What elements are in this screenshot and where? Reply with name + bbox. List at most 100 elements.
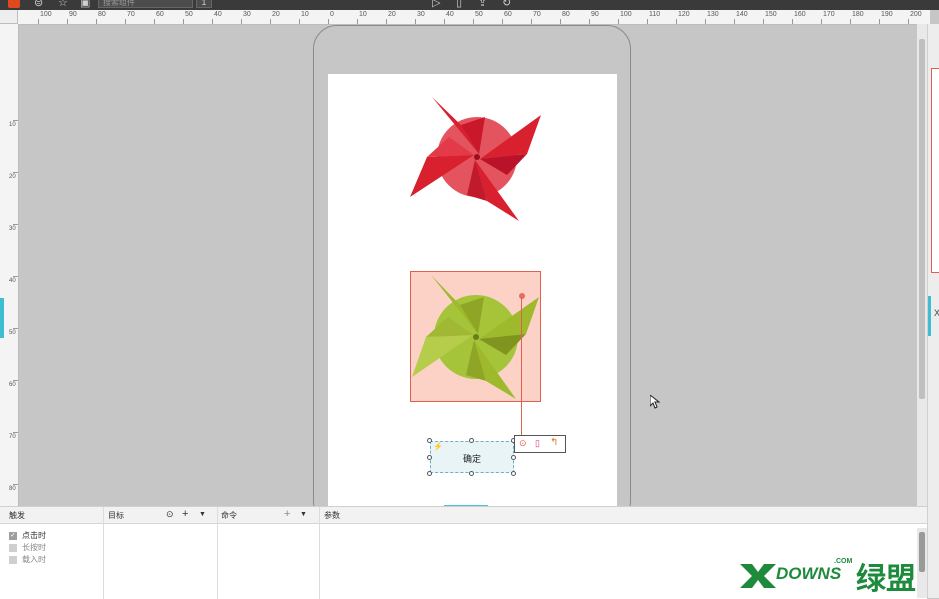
ruler-tick: [328, 19, 329, 24]
page-number-field[interactable]: 1: [196, 0, 212, 8]
confirm-button-label: 确定: [462, 454, 481, 464]
ruler-label: 20: [272, 11, 280, 18]
trigger-item-longpress[interactable]: 长按时: [9, 542, 46, 553]
ruler-tick: [125, 19, 126, 24]
ruler-tick: [38, 19, 39, 24]
ruler-tick: [589, 19, 590, 24]
upload-icon[interactable]: ⇪: [478, 0, 487, 9]
chevron-down-icon[interactable]: ▼: [300, 511, 307, 518]
checkbox[interactable]: [9, 555, 17, 564]
ruler-label: 50: [475, 11, 483, 18]
trigger-item-click[interactable]: ✓ 点击时: [9, 530, 46, 541]
ruler-tick: [531, 19, 532, 24]
ruler-tick: [676, 19, 677, 24]
phone-icon[interactable]: ▯: [456, 0, 462, 9]
ruler-label: 90: [69, 11, 77, 18]
ruler-tick: [386, 19, 387, 24]
ruler-label: 80: [98, 11, 106, 18]
ruler-tick: [850, 19, 851, 24]
trigger-item-load[interactable]: 载入时: [9, 554, 46, 565]
add-target-icon[interactable]: +: [182, 508, 188, 520]
ruler-tick: [792, 19, 793, 24]
ruler-label: 30: [9, 226, 16, 232]
green-pinwheel-image[interactable]: [410, 271, 542, 403]
canvas-vertical-scrollbar[interactable]: [917, 24, 927, 506]
component-search-input[interactable]: 搜索组件: [98, 0, 193, 8]
design-canvas[interactable]: 确定 ⚡ ⊙ ▯ ↰: [19, 25, 917, 506]
command-header: 命令: [221, 511, 237, 520]
play-icon[interactable]: ▷: [432, 0, 440, 9]
image-icon[interactable]: ▣: [80, 0, 90, 9]
ruler-tick: [473, 19, 474, 24]
ruler-tick: [879, 19, 880, 24]
panel-splitter[interactable]: [928, 296, 931, 336]
ruler-label: 60: [156, 11, 164, 18]
ruler-tick: [13, 172, 18, 173]
mouse-cursor-icon: [650, 395, 660, 409]
chevron-down-icon[interactable]: ▼: [199, 511, 206, 518]
star-icon[interactable]: ☆: [58, 0, 68, 9]
trigger-label: 长按时: [22, 543, 46, 552]
ruler-label: 40: [214, 11, 222, 18]
ruler-label: 60: [504, 11, 512, 18]
ruler-tick: [618, 19, 619, 24]
ruler-label: 100: [40, 11, 52, 18]
ruler-tick: [270, 19, 271, 24]
ruler-label: 150: [765, 11, 777, 18]
check-icon[interactable]: ✓: [9, 531, 17, 540]
watermark-chinese: 绿盟: [856, 563, 916, 596]
ruler-tick: [299, 19, 300, 24]
left-splitter[interactable]: [0, 298, 4, 338]
ruler-label: 130: [707, 11, 719, 18]
scrollbar-thumb[interactable]: [919, 39, 925, 399]
ruler-label: 80: [562, 11, 570, 18]
ruler-label: 10: [9, 122, 16, 128]
home-icon[interactable]: ⊜: [34, 0, 43, 9]
ruler-label: 170: [823, 11, 835, 18]
ruler-tick: [502, 19, 503, 24]
refresh-icon[interactable]: ↻: [502, 0, 511, 9]
resize-handle[interactable]: [511, 455, 516, 460]
link-anchor-dot[interactable]: [519, 293, 525, 299]
ruler-label: 70: [9, 434, 16, 440]
lightning-icon: ⚡: [433, 442, 443, 451]
checkbox[interactable]: [9, 543, 17, 552]
return-icon[interactable]: ↰: [550, 437, 558, 448]
trigger-label: 载入时: [22, 555, 46, 564]
ruler-label: 200: [910, 11, 922, 18]
ruler-tick: [13, 328, 18, 329]
link-line: [521, 297, 522, 437]
top-toolbar: ⊜ ☆ ▣ 搜索组件 1 ▷ ▯ ⇪ ↻: [0, 0, 939, 10]
ruler-tick: [183, 19, 184, 24]
resize-handle[interactable]: [469, 438, 474, 443]
watermark-suffix: .COM: [834, 558, 853, 565]
ruler-label: 110: [649, 11, 661, 18]
page-icon[interactable]: ▯: [535, 438, 540, 449]
horizontal-ruler: 100 90 80 70 60 50 40 30 20 10 0 10 20 30 40 50 60 70 80 90…: [18, 10, 930, 25]
resize-handle[interactable]: [469, 471, 474, 476]
add-command-icon[interactable]: +: [284, 508, 290, 520]
target-icon[interactable]: ⊙: [519, 438, 527, 449]
resize-handle[interactable]: [427, 471, 432, 476]
confirm-button-component[interactable]: 确定 ⚡: [430, 441, 514, 473]
right-properties-panel: X: [927, 24, 939, 598]
ruler-corner: [0, 10, 18, 24]
panel-letter: X: [934, 308, 939, 318]
resize-handle[interactable]: [427, 455, 432, 460]
ruler-tick: [821, 19, 822, 24]
ruler-tick: [705, 19, 706, 24]
red-pinwheel-image[interactable]: [409, 90, 545, 224]
ruler-label: 70: [127, 11, 135, 18]
ruler-tick: [154, 19, 155, 24]
ruler-tick: [67, 19, 68, 24]
app-logo: [8, 0, 20, 8]
ruler-tick: [13, 484, 18, 485]
trigger-label: 点击时: [22, 531, 46, 540]
resize-handle[interactable]: [511, 471, 516, 476]
resize-handle[interactable]: [427, 438, 432, 443]
interaction-panel-header: [0, 507, 927, 524]
ruler-tick: [13, 432, 18, 433]
trigger-header: 触发: [9, 511, 25, 520]
target-pick-icon[interactable]: ⊙: [166, 509, 174, 520]
ruler-label: 160: [794, 11, 806, 18]
